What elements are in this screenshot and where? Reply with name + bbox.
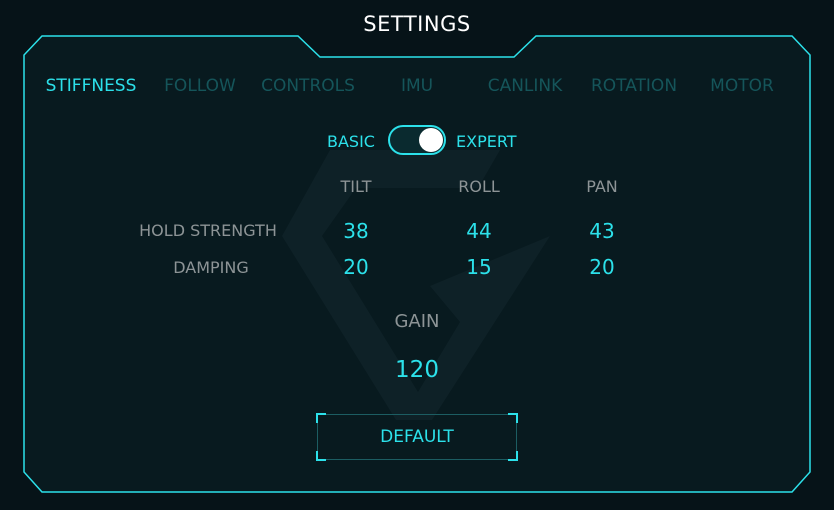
- tab-rotation[interactable]: ROTATION: [591, 76, 677, 96]
- gain-label: GAIN: [394, 311, 440, 332]
- default-button-label: DEFAULT: [380, 427, 454, 447]
- roll-column-header: ROLL: [458, 177, 500, 196]
- damping-tilt-value[interactable]: 20: [343, 255, 368, 279]
- tab-motor[interactable]: MOTOR: [710, 76, 774, 96]
- tilt-column-header: TILT: [340, 177, 372, 196]
- basic-mode-label[interactable]: BASIC: [327, 132, 375, 151]
- tab-stiffness[interactable]: STIFFNESS: [46, 76, 137, 96]
- tab-bar: STIFFNESS FOLLOW CONTROLS IMU CANLINK RO…: [0, 76, 834, 102]
- mode-toggle-row: BASIC EXPERT: [0, 125, 834, 157]
- toggle-knob: [419, 128, 443, 152]
- damping-roll-value[interactable]: 15: [466, 255, 491, 279]
- damping-pan-value[interactable]: 20: [589, 255, 614, 279]
- gain-value[interactable]: 120: [395, 357, 439, 383]
- expert-mode-label[interactable]: EXPERT: [456, 132, 517, 151]
- button-corner-accent: [316, 413, 326, 423]
- tab-canlink[interactable]: CANLINK: [488, 76, 563, 96]
- tab-controls[interactable]: CONTROLS: [261, 76, 355, 96]
- button-corner-accent: [508, 451, 518, 461]
- hold-strength-pan-value[interactable]: 43: [589, 219, 614, 243]
- damping-label: DAMPING: [173, 258, 249, 277]
- button-corner-accent: [508, 413, 518, 423]
- mode-toggle-switch[interactable]: [388, 125, 446, 155]
- tab-follow[interactable]: FOLLOW: [164, 76, 236, 96]
- hold-strength-tilt-value[interactable]: 38: [343, 219, 368, 243]
- default-button[interactable]: DEFAULT: [316, 413, 518, 461]
- hold-strength-roll-value[interactable]: 44: [466, 219, 491, 243]
- page-title: SETTINGS: [363, 12, 471, 36]
- button-corner-accent: [316, 451, 326, 461]
- pan-column-header: PAN: [586, 177, 618, 196]
- hold-strength-label: HOLD STRENGTH: [139, 221, 277, 240]
- tab-imu[interactable]: IMU: [401, 76, 433, 96]
